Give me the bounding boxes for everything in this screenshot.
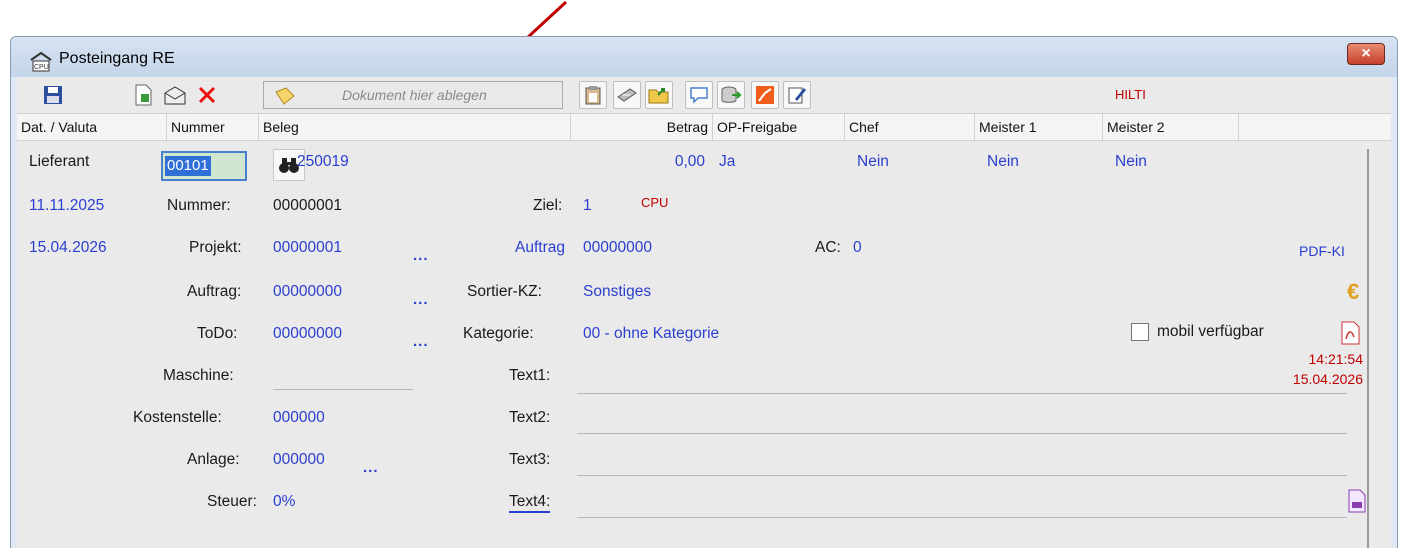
envelope-icon (275, 87, 295, 105)
maschine-field-underline[interactable] (273, 389, 413, 390)
supplier-tag: HILTI (1115, 87, 1146, 102)
pdf-ki-link[interactable]: PDF-KI (1299, 243, 1345, 259)
timestamp-date: 15.04.2026 (1292, 371, 1363, 387)
kostenstelle-label: Kostenstelle: (133, 409, 222, 426)
database-export-icon[interactable] (717, 81, 745, 109)
column-betrag[interactable]: Betrag (571, 114, 713, 140)
column-beleg[interactable]: Beleg (259, 114, 571, 140)
column-header: Dat. / Valuta Nummer Beleg Betrag OP-Fre… (17, 113, 1391, 141)
beleg-value: 250019 (297, 153, 349, 170)
save-icon[interactable] (39, 81, 67, 109)
svg-text:CPU: CPU (34, 64, 49, 71)
kategorie-label: Kategorie: (463, 325, 534, 342)
supplier-number-input[interactable]: 00101 (161, 151, 247, 181)
window-client: Dokument hier ablegen HILTI Dat. / Valut… (17, 77, 1391, 548)
mobil-verfuegbar-checkbox[interactable] (1131, 323, 1149, 341)
cpu-app-icon: CPU (30, 51, 52, 72)
column-op-freigabe[interactable]: OP-Freigabe (713, 114, 845, 140)
todo-value[interactable]: 00000000 (273, 325, 342, 343)
date-2: 15.04.2026 (29, 239, 107, 256)
drop-zone-label: Dokument hier ablegen (342, 87, 487, 103)
betrag-value: 0,00 (674, 153, 705, 170)
meister2-value: Nein (1115, 153, 1147, 170)
row-type-label: Lieferant (29, 153, 90, 170)
op-freigabe-value: Ja (719, 153, 736, 170)
column-nummer[interactable]: Nummer (167, 114, 259, 140)
mail-icon[interactable] (161, 81, 189, 109)
kostenstelle-value[interactable]: 000000 (273, 409, 325, 427)
steuer-label: Steuer: (207, 493, 257, 510)
euro-icon[interactable]: € (1347, 279, 1359, 305)
sortier-label: Sortier-KZ: (467, 283, 542, 300)
toolbar: Dokument hier ablegen HILTI (17, 77, 1391, 113)
auftrag-more-button[interactable]: ... (413, 291, 429, 308)
projekt-value[interactable]: 00000001 (273, 239, 342, 257)
text4-label[interactable]: Text4: (509, 493, 551, 513)
column-chef[interactable]: Chef (845, 114, 975, 140)
auftrag-label: Auftrag: (187, 283, 242, 300)
text3-label: Text3: (509, 451, 551, 468)
anlage-more-button[interactable]: ... (363, 459, 379, 476)
sortier-value[interactable]: Sonstiges (583, 283, 651, 301)
ac-label: AC: (815, 239, 841, 256)
text1-label: Text1: (509, 367, 551, 384)
todo-more-button[interactable]: ... (413, 333, 429, 350)
clipboard-icon[interactable] (579, 81, 607, 109)
projekt-label: Projekt: (189, 239, 242, 256)
projekt-more-button[interactable]: ... (413, 247, 429, 264)
document-drop-zone[interactable]: Dokument hier ablegen (263, 81, 563, 109)
pdf-icon[interactable] (1339, 321, 1361, 345)
pdf-file-icon[interactable] (1347, 489, 1367, 513)
mobil-verfuegbar-label: mobil verfügbar (1157, 323, 1264, 340)
open-folder-icon[interactable] (645, 81, 673, 109)
text2-field[interactable] (577, 433, 1347, 434)
chef-value: Nein (857, 153, 889, 170)
auftrag2-label[interactable]: Auftrag (515, 239, 565, 257)
maschine-label: Maschine: (163, 367, 234, 384)
new-document-icon[interactable] (129, 81, 157, 109)
close-button[interactable]: × (1347, 43, 1385, 65)
anlage-value[interactable]: 000000 (273, 451, 325, 469)
column-meister-2[interactable]: Meister 2 (1103, 114, 1239, 140)
todo-label: ToDo: (197, 325, 238, 342)
delete-icon[interactable] (193, 81, 221, 109)
text1-field[interactable] (577, 393, 1347, 394)
window-title: Posteingang RE (59, 50, 175, 67)
steuer-value[interactable]: 0% (273, 493, 295, 511)
cpu-label: CPU (641, 195, 669, 210)
title-bar: CPU Posteingang RE × (11, 37, 1397, 77)
text4-field[interactable] (577, 517, 1347, 518)
column-meister-1[interactable]: Meister 1 (975, 114, 1103, 140)
comment-icon[interactable] (685, 81, 713, 109)
meister1-value: Nein (987, 153, 1019, 170)
supplier-number-value: 00101 (165, 156, 211, 176)
edit-icon[interactable] (783, 81, 811, 109)
nummer-label: Nummer: (167, 197, 231, 214)
auftrag-value[interactable]: 00000000 (273, 283, 342, 301)
date-1: 11.11.2025 (29, 197, 105, 214)
auftrag2-value[interactable]: 00000000 (583, 239, 652, 257)
column-dat-valuta[interactable]: Dat. / Valuta (17, 114, 167, 140)
ac-value: 0 (853, 239, 862, 256)
ziel-label: Ziel: (533, 197, 563, 214)
nummer-value: 00000001 (273, 197, 342, 214)
anlage-label: Anlage: (187, 451, 240, 468)
text3-field[interactable] (577, 475, 1347, 476)
ziel-value[interactable]: 1 (583, 197, 592, 215)
scan-icon[interactable] (613, 81, 641, 109)
chart-icon[interactable] (751, 81, 779, 109)
timestamp-time: 14:21:54 (1308, 351, 1364, 367)
vertical-scrollbar[interactable] (1367, 149, 1377, 548)
posteingang-window: CPU Posteingang RE × Dokument hier ableg… (10, 36, 1398, 548)
text2-label: Text2: (509, 409, 551, 426)
invoice-form: Lieferant 00101 250019 0,00 Ja Nein Nein… (17, 141, 1391, 548)
kategorie-value[interactable]: 00 - ohne Kategorie (583, 325, 719, 343)
